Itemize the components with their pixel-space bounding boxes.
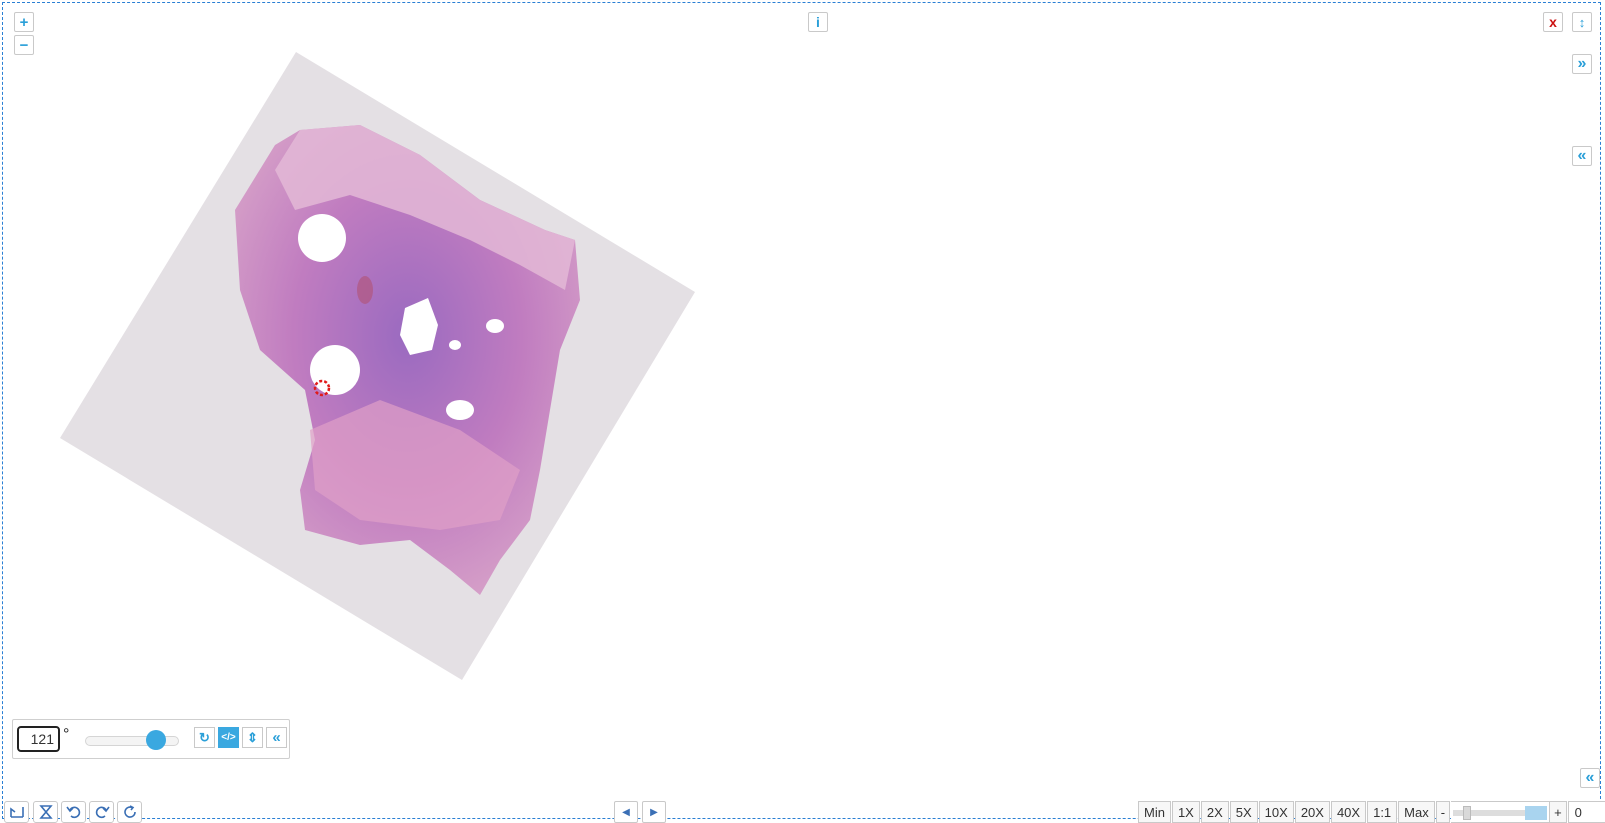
zoom-slider[interactable] <box>1451 801 1550 823</box>
zoom-plus-button[interactable]: + <box>1549 801 1567 823</box>
hemorrhage-area <box>357 276 373 304</box>
collapse-rotation-button[interactable]: « <box>266 727 287 748</box>
rotation-slider-thumb[interactable] <box>146 730 167 750</box>
zoom-1x-button[interactable]: 1X <box>1171 801 1200 823</box>
slide-image[interactable] <box>60 50 695 680</box>
refresh-icon[interactable] <box>117 801 142 823</box>
zoom-value-input[interactable]: 0 <box>1567 801 1605 823</box>
close-button[interactable]: x <box>1543 12 1563 32</box>
collapse-bottom-button[interactable]: « <box>1580 768 1600 788</box>
next-page-button[interactable]: ▶ <box>642 801 666 823</box>
zoom-min-button[interactable]: Min <box>1138 801 1171 823</box>
zoom-minus-button[interactable]: - <box>1435 801 1451 823</box>
vessel-lumen-6 <box>449 340 461 350</box>
zoom-20x-button[interactable]: 20X <box>1294 801 1330 823</box>
zoom-slider-fill <box>1525 806 1548 820</box>
rotation-slider[interactable] <box>85 730 179 750</box>
reset-rotation-button[interactable]: ↻ <box>194 727 215 748</box>
vessel-lumen-2 <box>310 345 360 395</box>
degree-symbol: ° <box>63 726 70 743</box>
tissue-slide-graphic <box>60 52 695 680</box>
undo-icon[interactable] <box>61 801 86 823</box>
fit-icon[interactable] <box>4 801 29 823</box>
vessel-lumen-1 <box>298 214 346 262</box>
prev-page-button[interactable]: ◀ <box>614 801 638 823</box>
zoom-in-button[interactable]: + <box>14 12 34 32</box>
rotation-panel: 121 ° ↻ </> ⇕ « <box>12 719 290 759</box>
zoom-1to1-button[interactable]: 1:1 <box>1367 801 1398 823</box>
vessel-lumen-5 <box>486 319 504 333</box>
zoom-40x-button[interactable]: 40X <box>1330 801 1367 823</box>
expand-panel-button[interactable]: » <box>1572 54 1592 74</box>
rotation-angle-input[interactable]: 121 <box>17 726 60 752</box>
full-height-button[interactable]: ↕ <box>1572 12 1592 32</box>
collapse-panel-button[interactable]: « <box>1572 146 1592 166</box>
zoom-5x-button[interactable]: 5X <box>1229 801 1258 823</box>
flip-button[interactable]: ⇕ <box>242 727 263 748</box>
redo-icon[interactable] <box>89 801 114 823</box>
zoom-10x-button[interactable]: 10X <box>1258 801 1294 823</box>
zoom-bar: Min 1X 2X 5X 10X 20X 40X 1:1 Max - + 0 X <box>1138 801 1605 823</box>
hourglass-icon[interactable] <box>33 801 58 823</box>
zoom-max-button[interactable]: Max <box>1398 801 1435 823</box>
info-button[interactable]: i <box>808 12 828 32</box>
zoom-slider-handle[interactable] <box>1463 806 1472 820</box>
zoom-out-button[interactable]: − <box>14 35 34 55</box>
code-button[interactable]: </> <box>218 727 239 748</box>
zoom-2x-button[interactable]: 2X <box>1200 801 1229 823</box>
